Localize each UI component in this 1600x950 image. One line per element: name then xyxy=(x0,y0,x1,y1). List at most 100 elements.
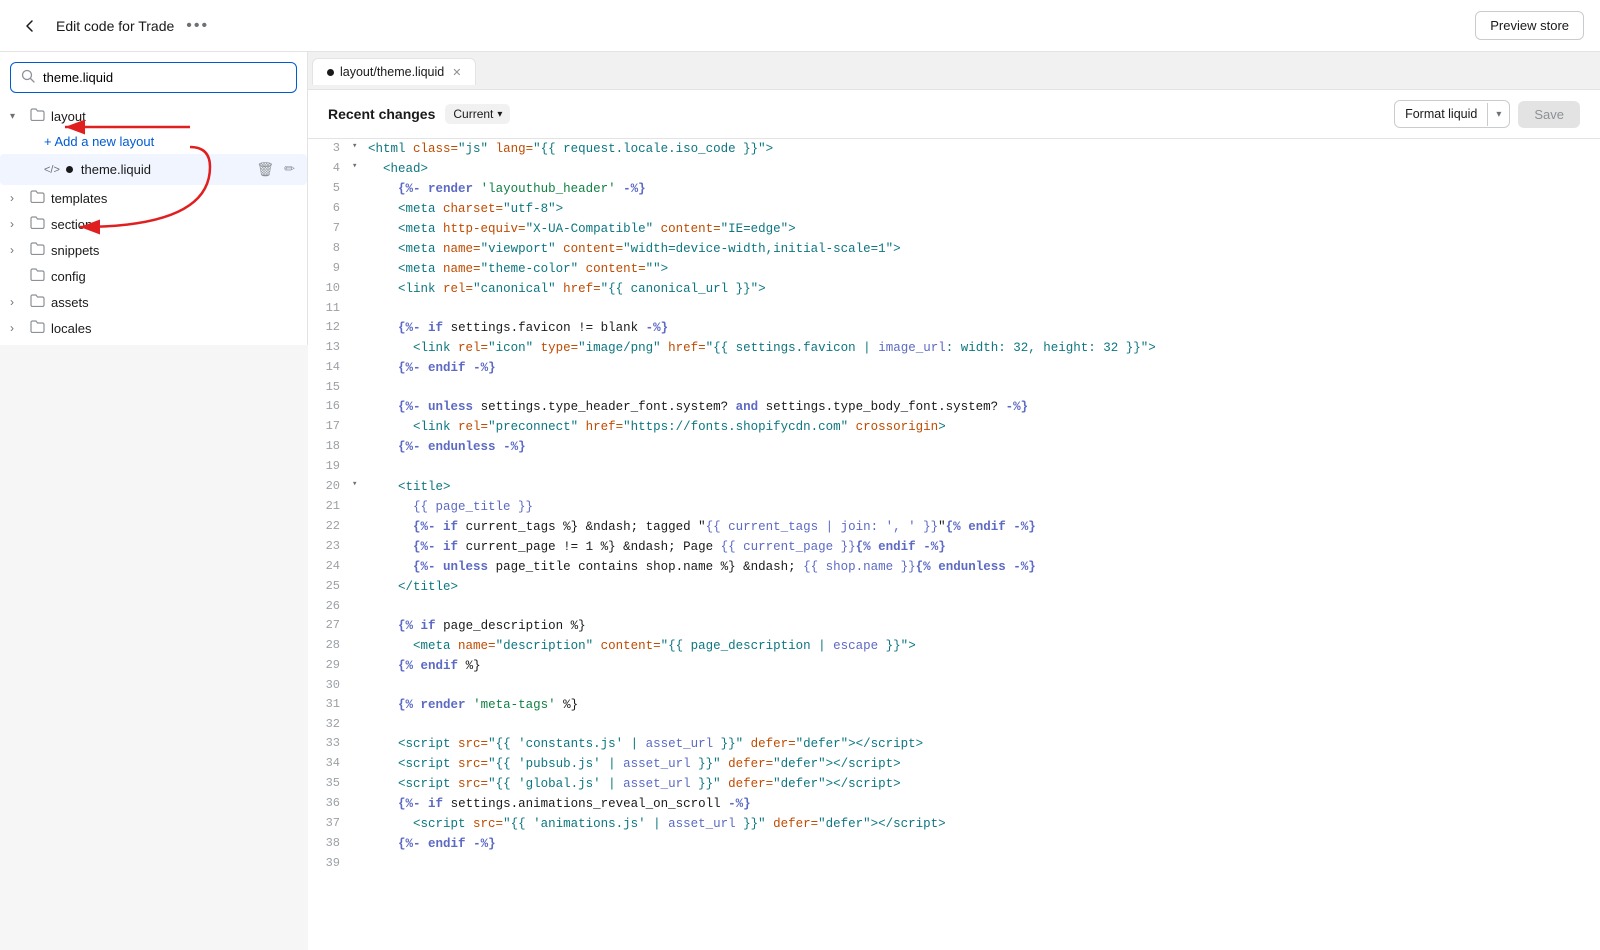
tree-label-config: config xyxy=(51,269,297,284)
format-liquid-button[interactable]: Format liquid ▾ xyxy=(1394,100,1510,128)
folder-icon xyxy=(30,320,45,336)
search-bar[interactable] xyxy=(10,62,297,93)
chevron-icon: › xyxy=(10,243,24,257)
line-content: <meta name="theme-color" content=""> xyxy=(368,259,1600,279)
code-editor[interactable]: 3▾<html class="js" lang="{{ request.loca… xyxy=(308,139,1600,950)
code-line: 24 {%- unless page_title contains shop.n… xyxy=(308,557,1600,577)
line-number: 27 xyxy=(308,616,352,635)
line-number: 19 xyxy=(308,457,352,476)
code-line: 7 <meta http-equiv="X-UA-Compatible" con… xyxy=(308,219,1600,239)
line-number: 21 xyxy=(308,497,352,516)
line-content: {%- endunless -%} xyxy=(368,437,1600,457)
line-content: {% if page_description %} xyxy=(368,616,1600,636)
line-content: <head> xyxy=(368,159,1600,179)
line-number: 29 xyxy=(308,656,352,675)
format-liquid-label[interactable]: Format liquid xyxy=(1395,101,1487,127)
line-number: 9 xyxy=(308,259,352,278)
code-line: 32 xyxy=(308,715,1600,734)
tree-item-sections[interactable]: › sections xyxy=(0,211,307,237)
main-layout: ▾ layout + Add a new layout </> them xyxy=(0,52,1600,950)
line-number: 4 xyxy=(308,159,352,178)
sidebar: ▾ layout + Add a new layout </> them xyxy=(0,52,308,345)
tree-label-templates: templates xyxy=(51,191,297,206)
line-number: 3 xyxy=(308,139,352,158)
editor-area: layout/theme.liquid ✕ Recent changes Cur… xyxy=(308,52,1600,950)
line-number: 15 xyxy=(308,378,352,397)
line-number: 39 xyxy=(308,854,352,873)
back-button[interactable] xyxy=(16,12,44,40)
line-content: <meta http-equiv="X-UA-Compatible" conte… xyxy=(368,219,1600,239)
line-number: 13 xyxy=(308,338,352,357)
tab-label: layout/theme.liquid xyxy=(340,65,444,79)
fold-chevron[interactable]: ▾ xyxy=(352,139,368,153)
search-input[interactable] xyxy=(43,70,286,85)
line-number: 14 xyxy=(308,358,352,377)
chevron-icon: › xyxy=(10,295,24,309)
code-line: 20▾ <title> xyxy=(308,477,1600,497)
tree-item-theme-liquid[interactable]: </> theme.liquid 🗑 ✏ xyxy=(0,154,307,185)
tree-item-layout[interactable]: ▾ layout xyxy=(0,103,307,129)
tree-item-assets[interactable]: › assets xyxy=(0,289,307,315)
line-content: <script src="{{ 'animations.js' | asset_… xyxy=(368,814,1600,834)
fold-chevron[interactable]: ▾ xyxy=(352,159,368,173)
line-content: {%- if current_tags %} &ndash; tagged "{… xyxy=(368,517,1600,537)
line-number: 32 xyxy=(308,715,352,734)
line-number: 30 xyxy=(308,676,352,695)
fold-chevron[interactable]: ▾ xyxy=(352,477,368,491)
tree-label-assets: assets xyxy=(51,295,297,310)
code-line: 33 <script src="{{ 'constants.js' | asse… xyxy=(308,734,1600,754)
line-number: 17 xyxy=(308,417,352,436)
current-dropdown[interactable]: Current ▾ xyxy=(445,104,510,124)
folder-icon xyxy=(30,268,45,284)
code-line: 14 {%- endif -%} xyxy=(308,358,1600,378)
more-menu-button[interactable]: ••• xyxy=(186,17,209,35)
line-number: 12 xyxy=(308,318,352,337)
line-content: <script src="{{ 'constants.js' | asset_u… xyxy=(368,734,1600,754)
line-content: <meta name="viewport" content="width=dev… xyxy=(368,239,1600,259)
format-caret-icon[interactable]: ▾ xyxy=(1487,103,1509,126)
line-content: <link rel="icon" type="image/png" href="… xyxy=(368,338,1600,358)
preview-store-button[interactable]: Preview store xyxy=(1475,11,1584,40)
code-line: 21 {{ page_title }} xyxy=(308,497,1600,517)
tree-label-locales: locales xyxy=(51,321,297,336)
back-icon xyxy=(21,17,39,35)
line-number: 28 xyxy=(308,636,352,655)
rename-icon[interactable]: ✏ xyxy=(282,159,297,180)
save-button[interactable]: Save xyxy=(1518,101,1580,128)
tree-item-snippets[interactable]: › snippets xyxy=(0,237,307,263)
line-number: 16 xyxy=(308,397,352,416)
editor-tab-theme-liquid[interactable]: layout/theme.liquid ✕ xyxy=(312,58,476,85)
line-content: {%- render 'layouthub_header' -%} xyxy=(368,179,1600,199)
line-content: </title> xyxy=(368,577,1600,597)
tree-item-config[interactable]: config xyxy=(0,263,307,289)
line-content: {%- if current_page != 1 %} &ndash; Page… xyxy=(368,537,1600,557)
code-line: 28 <meta name="description" content="{{ … xyxy=(308,636,1600,656)
code-line: 10 <link rel="canonical" href="{{ canoni… xyxy=(308,279,1600,299)
editor-toolbar: Recent changes Current ▾ Format liquid ▾… xyxy=(308,90,1600,139)
add-layout-link[interactable]: + Add a new layout xyxy=(44,134,154,149)
file-type-icon: </> xyxy=(44,164,60,176)
line-number: 36 xyxy=(308,794,352,813)
line-number: 23 xyxy=(308,537,352,556)
code-line: 5 {%- render 'layouthub_header' -%} xyxy=(308,179,1600,199)
search-icon xyxy=(21,69,35,86)
code-line: 35 <script src="{{ 'global.js' | asset_u… xyxy=(308,774,1600,794)
page-title: Edit code for Trade xyxy=(56,18,174,34)
code-line: 39 xyxy=(308,854,1600,873)
tab-close-icon[interactable]: ✕ xyxy=(452,66,461,79)
line-content: {% render 'meta-tags' %} xyxy=(368,695,1600,715)
tree-item-add-layout[interactable]: + Add a new layout xyxy=(0,129,307,154)
chevron-icon: › xyxy=(10,217,24,231)
code-line: 19 xyxy=(308,457,1600,476)
tab-bar: layout/theme.liquid ✕ xyxy=(308,52,1600,90)
tree-item-templates[interactable]: › templates xyxy=(0,185,307,211)
line-content: <script src="{{ 'pubsub.js' | asset_url … xyxy=(368,754,1600,774)
code-line: 6 <meta charset="utf-8"> xyxy=(308,199,1600,219)
tree-label-sections: sections xyxy=(51,217,297,232)
tree-label-layout: layout xyxy=(51,109,297,124)
line-number: 18 xyxy=(308,437,352,456)
line-number: 33 xyxy=(308,734,352,753)
code-line: 4▾ <head> xyxy=(308,159,1600,179)
delete-icon[interactable]: 🗑 xyxy=(254,159,276,180)
tree-item-locales[interactable]: › locales xyxy=(0,315,307,341)
